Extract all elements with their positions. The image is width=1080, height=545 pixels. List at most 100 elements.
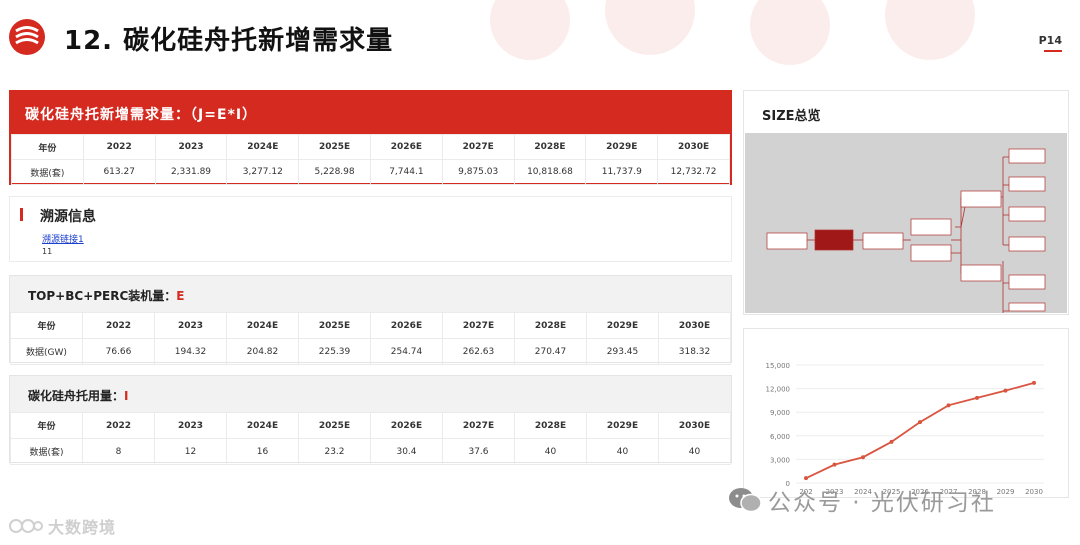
y-tick-label: 12,000 [766, 386, 791, 394]
value-cell: 293.45 [586, 338, 659, 365]
trace-panel: 溯源信息 溯源链接1 11 [9, 196, 732, 262]
value-cell: 613.27 [82, 159, 156, 185]
value-cell: 8 [82, 438, 155, 465]
data-point [861, 455, 865, 460]
value-cell: 40 [514, 438, 587, 465]
year-cell: 2030E [658, 412, 731, 439]
boat-usage-title: 碳化硅舟托用量：I [10, 376, 731, 412]
company-logo [9, 19, 45, 55]
brand-watermark-icon [9, 519, 43, 533]
boat-usage-table: 年份 2022 2023 2024E 2025E 2026E 2027E 202… [10, 412, 731, 465]
row-label: 年份 [10, 312, 83, 339]
value-cell: 225.39 [298, 338, 371, 365]
installed-capacity-title-text: TOP+BC+PERC装机量： [28, 289, 177, 303]
year-cell: 2026E [369, 134, 443, 160]
size-overview-panel: SIZE总览 [743, 90, 1069, 335]
value-cell: 10,818.68 [513, 159, 587, 185]
data-point [975, 395, 979, 400]
trace-number: 11 [42, 247, 53, 256]
value-cell: 16 [226, 438, 299, 465]
year-cell: 2028E [514, 412, 587, 439]
year-cell: 2029E [585, 134, 659, 160]
page-number-underline [1044, 50, 1062, 52]
size-overview-title: SIZE总览 [762, 109, 821, 124]
year-cell: 2024E [226, 312, 299, 339]
value-cell: 30.4 [370, 438, 443, 465]
value-cell: 12 [154, 438, 227, 465]
y-tick-label: 9,000 [770, 409, 790, 417]
year-cell: 2023 [154, 412, 227, 439]
year-cell: 2026E [370, 312, 443, 339]
installed-capacity-panel: TOP+BC+PERC装机量：E 年份 2022 2023 2024E 2025… [9, 275, 732, 365]
value-cell: 9,875.03 [441, 159, 515, 185]
row-label: 数据(套) [10, 438, 83, 465]
wechat-icon [729, 488, 762, 513]
value-cell: 40 [586, 438, 659, 465]
year-cell: 2023 [154, 312, 227, 339]
table-row: 年份 2022 2023 2024E 2025E 2026E 2027E 202… [11, 134, 730, 160]
table-row: 数据(套) 8 12 16 23.2 30.4 37.6 40 40 40 [10, 438, 731, 465]
value-cell: 40 [658, 438, 731, 465]
year-cell: 2025E [298, 412, 371, 439]
installed-capacity-title: TOP+BC+PERC装机量：E [10, 276, 731, 312]
value-cell: 12,732.72 [657, 159, 730, 185]
trace-title: 溯源信息 [40, 209, 96, 225]
row-label: 年份 [11, 134, 84, 160]
tree-diagram-graphic [766, 148, 1046, 335]
x-tick-label: 2030 [1025, 488, 1043, 496]
year-cell: 2028E [514, 312, 587, 339]
size-tree-diagram[interactable] [745, 133, 1067, 335]
value-cell: 3,277.12 [226, 159, 300, 185]
year-cell: 2029E [586, 412, 659, 439]
year-cell: 2022 [82, 134, 156, 160]
y-tick-label: 15,000 [766, 362, 791, 370]
wechat-watermark-text: 公众号 · 光伏研习社 [768, 490, 996, 516]
year-cell: 2022 [82, 412, 155, 439]
installed-capacity-table: 年份 2022 2023 2024E 2025E 2026E 2027E 202… [10, 312, 731, 365]
value-cell: 7,744.1 [369, 159, 443, 185]
year-cell: 2025E [298, 134, 371, 160]
row-label: 年份 [10, 412, 83, 439]
installed-capacity-accent: E [176, 289, 185, 303]
table-row: 年份 2022 2023 2024E 2025E 2026E 2027E 202… [10, 312, 731, 339]
main-demand-table: 年份 2022 2023 2024E 2025E 2026E 2027E 202… [11, 134, 730, 185]
year-cell: 2026E [370, 412, 443, 439]
year-cell: 2024E [226, 134, 300, 160]
year-cell: 2027E [441, 134, 515, 160]
year-cell: 2030E [657, 134, 730, 160]
table-row: 年份 2022 2023 2024E 2025E 2026E 2027E 202… [10, 412, 731, 439]
value-cell: 194.32 [154, 338, 227, 365]
data-point [918, 420, 922, 425]
trace-link[interactable]: 溯源链接1 [42, 232, 84, 245]
y-tick-label: 3,000 [770, 456, 790, 464]
data-point [1032, 380, 1036, 385]
demand-line-chart-panel: 0 3,000 6,000 9,000 12,000 15,000 202 2023 2024 2… [743, 328, 1069, 498]
value-cell: 270.47 [514, 338, 587, 365]
main-demand-title: 碳化硅舟托新增需求量：（J=E*I） [11, 92, 730, 134]
data-point [1003, 388, 1008, 393]
value-cell: 5,228.98 [298, 159, 371, 185]
year-cell: 2023 [154, 134, 228, 160]
brand-watermark-text: 大数跨境 [48, 518, 117, 537]
data-point [804, 476, 808, 481]
value-cell: 204.82 [226, 338, 299, 365]
value-cell: 11,737.9 [585, 159, 659, 185]
section-marker [20, 208, 23, 221]
page-number: P14 [1038, 34, 1062, 47]
value-cell: 262.63 [442, 338, 515, 365]
brand-watermark: 大数跨境 [8, 514, 116, 538]
header-decoration [490, 0, 975, 65]
year-cell: 2027E [442, 312, 515, 339]
table-row: 数据(套) 613.27 2,331.89 3,277.12 5,228.98 … [11, 159, 730, 185]
table-row: 数据(GW) 76.66 194.32 204.82 225.39 254.74… [10, 338, 731, 365]
value-cell: 318.32 [658, 338, 731, 365]
boat-usage-title-text: 碳化硅舟托用量： [28, 389, 125, 403]
boat-usage-panel: 碳化硅舟托用量：I 年份 2022 2023 2024E 2025E 2026E… [9, 375, 732, 465]
year-cell: 2029E [586, 312, 659, 339]
demand-line-chart: 03,0006,0009,00012,00015,000202 2023 2024 2… [766, 362, 1044, 496]
data-point [889, 439, 894, 444]
value-cell: 2,331.89 [154, 159, 228, 185]
value-cell: 37.6 [442, 438, 515, 465]
page-title: 12. 碳化硅舟托新增需求量 [64, 26, 394, 56]
value-cell: 23.2 [298, 438, 371, 465]
